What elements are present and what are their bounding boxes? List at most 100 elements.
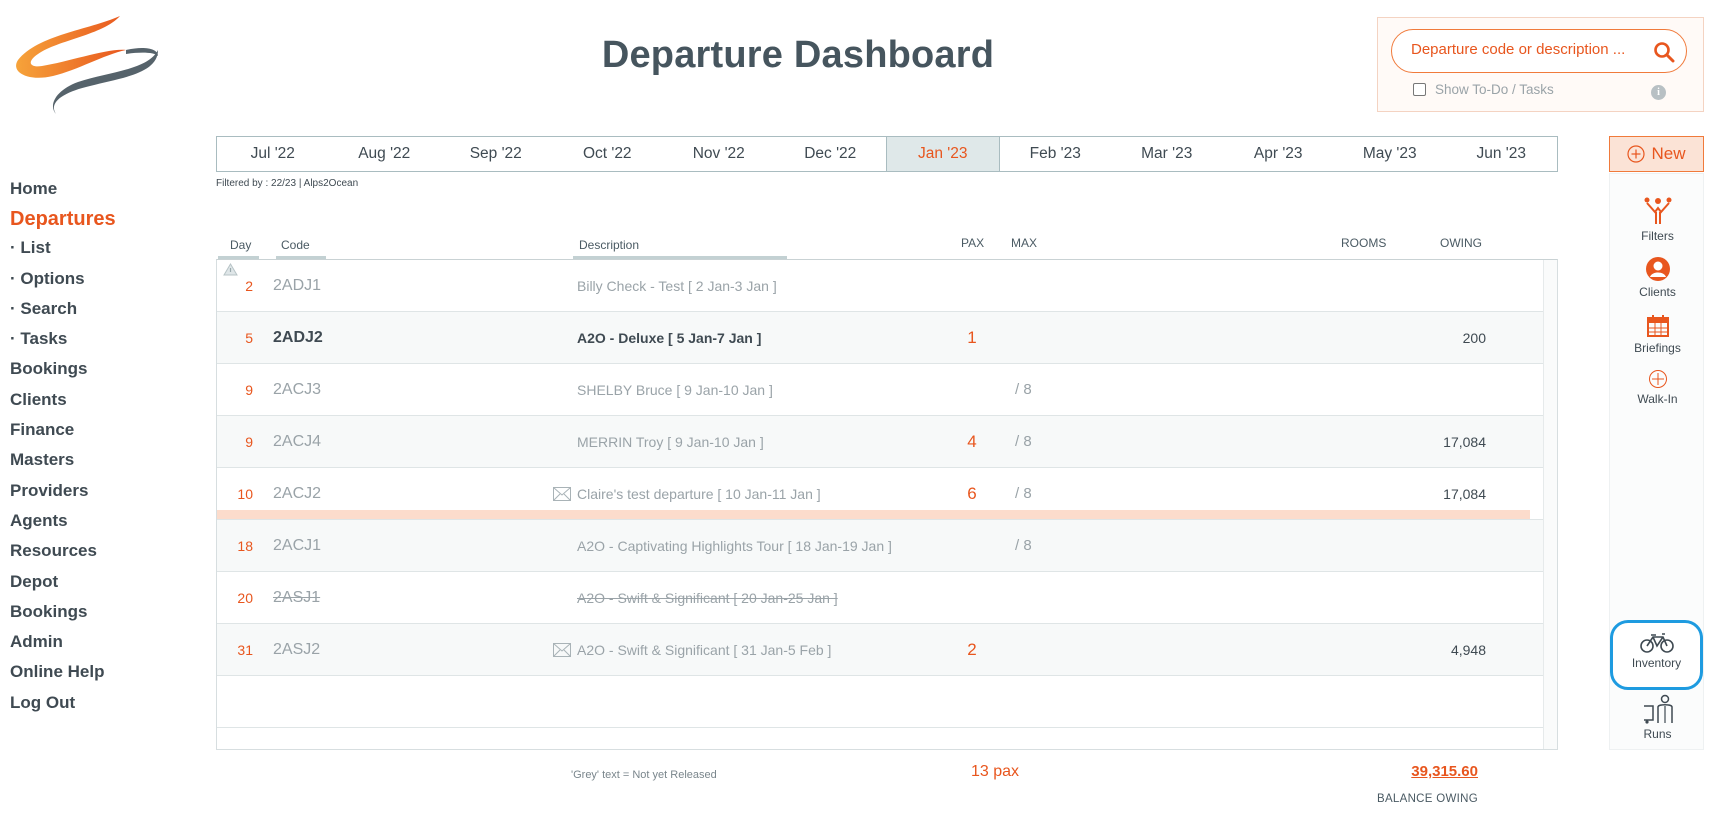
inventory-label: Inventory — [1631, 656, 1682, 670]
row-description[interactable]: A2O - Captivating Highlights Tour [ 18 J… — [577, 520, 892, 572]
tab-month[interactable]: Aug '22 — [329, 137, 441, 171]
row-description[interactable]: SHELBY Bruce [ 9 Jan-10 Jan ] — [577, 364, 773, 416]
tab-month-active[interactable]: Jan '23 — [886, 137, 1000, 171]
nav-providers[interactable]: Providers — [10, 480, 180, 510]
row-description[interactable]: A2O - Swift & Significant [ 20 Jan-25 Ja… — [577, 572, 838, 624]
row-code[interactable]: 2ACJ3 — [273, 364, 321, 416]
nav-log-out[interactable]: Log Out — [10, 692, 180, 722]
clients-tool[interactable]: Clients — [1610, 256, 1705, 299]
column-header-pax[interactable]: PAX — [961, 236, 984, 250]
table-row[interactable]: 5 2ADJ2 A2O - Deluxe [ 5 Jan-7 Jan ] 1 2… — [217, 312, 1544, 364]
row-day: 2 — [245, 278, 253, 294]
row-description[interactable]: Billy Check - Test [ 2 Jan-3 Jan ] — [577, 260, 777, 312]
tab-month[interactable]: Feb '23 — [1000, 137, 1112, 171]
envelope-icon[interactable] — [553, 643, 571, 657]
tab-month[interactable]: Apr '23 — [1223, 137, 1335, 171]
runs-tool[interactable]: Runs — [1610, 694, 1705, 741]
todo-label: Show To-Do / Tasks — [1435, 82, 1554, 97]
row-pax: 4 — [967, 432, 977, 451]
plus-circle-icon — [1648, 370, 1667, 388]
nav-masters[interactable]: Masters — [10, 449, 180, 479]
nav-depot-bookings[interactable]: Bookings — [10, 601, 180, 631]
row-description[interactable]: A2O - Deluxe [ 5 Jan-7 Jan ] — [577, 312, 761, 364]
total-owing-link[interactable]: 39,315.60 — [1380, 763, 1478, 780]
row-max: / 8 — [1015, 485, 1032, 502]
row-code[interactable]: 2ASJ2 — [273, 624, 320, 676]
nav-clients[interactable]: Clients — [10, 389, 180, 419]
row-code[interactable]: 2ACJ4 — [273, 416, 321, 468]
table-row[interactable]: 2 2ADJ1 Billy Check - Test [ 2 Jan-3 Jan… — [217, 260, 1544, 312]
row-max: / 8 — [1015, 537, 1032, 554]
row-code[interactable]: 2ADJ1 — [273, 260, 321, 312]
new-departure-button[interactable]: New — [1609, 136, 1704, 172]
search-input[interactable] — [1411, 41, 1643, 58]
table-row[interactable]: 20 2ASJ1 A2O - Swift & Significant [ 20 … — [217, 572, 1544, 624]
tab-month[interactable]: May '23 — [1334, 137, 1446, 171]
row-day: 5 — [245, 330, 253, 346]
tab-month[interactable]: Mar '23 — [1111, 137, 1223, 171]
search-panel: Show To-Do / Tasks i — [1377, 17, 1704, 112]
row-day: 31 — [237, 642, 253, 658]
tab-month[interactable]: Jul '22 — [217, 137, 329, 171]
filters-tool[interactable]: Filters — [1610, 196, 1705, 243]
column-header-day[interactable]: Day — [230, 238, 251, 252]
inventory-tool[interactable]: Inventory — [1610, 620, 1703, 690]
table-scrollbar[interactable] — [1543, 260, 1557, 749]
row-code[interactable]: 2ACJ1 — [273, 520, 321, 572]
nav-finance[interactable]: Finance — [10, 419, 180, 449]
tab-month[interactable]: Dec '22 — [775, 137, 887, 171]
todo-checkbox[interactable] — [1413, 83, 1426, 96]
nav-admin[interactable]: Admin — [10, 631, 180, 661]
nav-depot[interactable]: Depot — [10, 571, 180, 601]
search-icon[interactable] — [1653, 41, 1675, 63]
nav-departures-options[interactable]: Options — [10, 268, 180, 298]
nav-online-help[interactable]: Online Help — [10, 661, 180, 691]
table-row[interactable]: 18 2ACJ1 A2O - Captivating Highlights To… — [217, 520, 1544, 572]
tab-month[interactable]: Sep '22 — [440, 137, 552, 171]
row-code[interactable]: 2ADJ2 — [273, 312, 323, 364]
envelope-icon[interactable] — [553, 487, 571, 501]
page-title: Departure Dashboard — [601, 34, 995, 76]
column-header-code[interactable]: Code — [281, 238, 310, 252]
calendar-icon — [1646, 315, 1669, 337]
nav-departures-list[interactable]: List — [10, 237, 180, 267]
tab-month[interactable]: Oct '22 — [552, 137, 664, 171]
row-day: 9 — [245, 434, 253, 450]
row-code[interactable]: 2ACJ2 — [273, 468, 321, 520]
nav-departures[interactable]: Departures — [10, 208, 180, 237]
column-header-max[interactable]: MAX — [1011, 236, 1037, 250]
column-header-rooms[interactable]: ROOMS — [1341, 236, 1386, 250]
row-description[interactable]: Claire's test departure [ 10 Jan-11 Jan … — [577, 468, 821, 520]
nav-resources[interactable]: Resources — [10, 540, 180, 570]
main-navigation: Home Departures List Options Search Task… — [10, 178, 180, 722]
runs-icon — [1643, 694, 1673, 724]
nav-departures-search[interactable]: Search — [10, 298, 180, 328]
grey-text-legend: 'Grey' text = Not yet Released — [571, 769, 717, 781]
tab-month[interactable]: Jun '23 — [1446, 137, 1558, 171]
walk-in-tool[interactable]: Walk-In — [1610, 369, 1705, 406]
column-header-owing[interactable]: OWING — [1440, 236, 1482, 250]
todo-toggle[interactable]: Show To-Do / Tasks — [1413, 82, 1554, 97]
nav-departures-tasks[interactable]: Tasks — [10, 328, 180, 358]
column-header-description[interactable]: Description — [579, 238, 639, 252]
search-field[interactable] — [1391, 29, 1687, 73]
info-icon[interactable]: i — [1651, 85, 1666, 100]
row-description[interactable]: A2O - Swift & Significant [ 31 Jan-5 Feb… — [577, 624, 831, 676]
row-pax: 2 — [967, 640, 977, 659]
row-day: 9 — [245, 382, 253, 398]
table-row[interactable]: 10 2ACJ2 Claire's test departure [ 10 Ja… — [217, 468, 1544, 520]
month-tabs: Jul '22 Aug '22 Sep '22 Oct '22 Nov '22 … — [216, 136, 1558, 172]
nav-home[interactable]: Home — [10, 178, 180, 208]
table-row[interactable]: 9 2ACJ4 MERRIN Troy [ 9 Jan-10 Jan ] 4 /… — [217, 416, 1544, 468]
row-code[interactable]: 2ASJ1 — [273, 572, 320, 624]
briefings-tool[interactable]: Briefings — [1610, 314, 1705, 355]
table-row[interactable]: 31 2ASJ2 A2O - Swift & Significant [ 31 … — [217, 624, 1544, 676]
nav-agents[interactable]: Agents — [10, 510, 180, 540]
row-max: / 8 — [1015, 381, 1032, 398]
tab-month[interactable]: Nov '22 — [663, 137, 775, 171]
row-pax: 6 — [967, 484, 977, 503]
nav-bookings[interactable]: Bookings — [10, 358, 180, 388]
runs-label: Runs — [1643, 727, 1672, 741]
row-description[interactable]: MERRIN Troy [ 9 Jan-10 Jan ] — [577, 416, 764, 468]
table-row[interactable]: 9 2ACJ3 SHELBY Bruce [ 9 Jan-10 Jan ] / … — [217, 364, 1544, 416]
